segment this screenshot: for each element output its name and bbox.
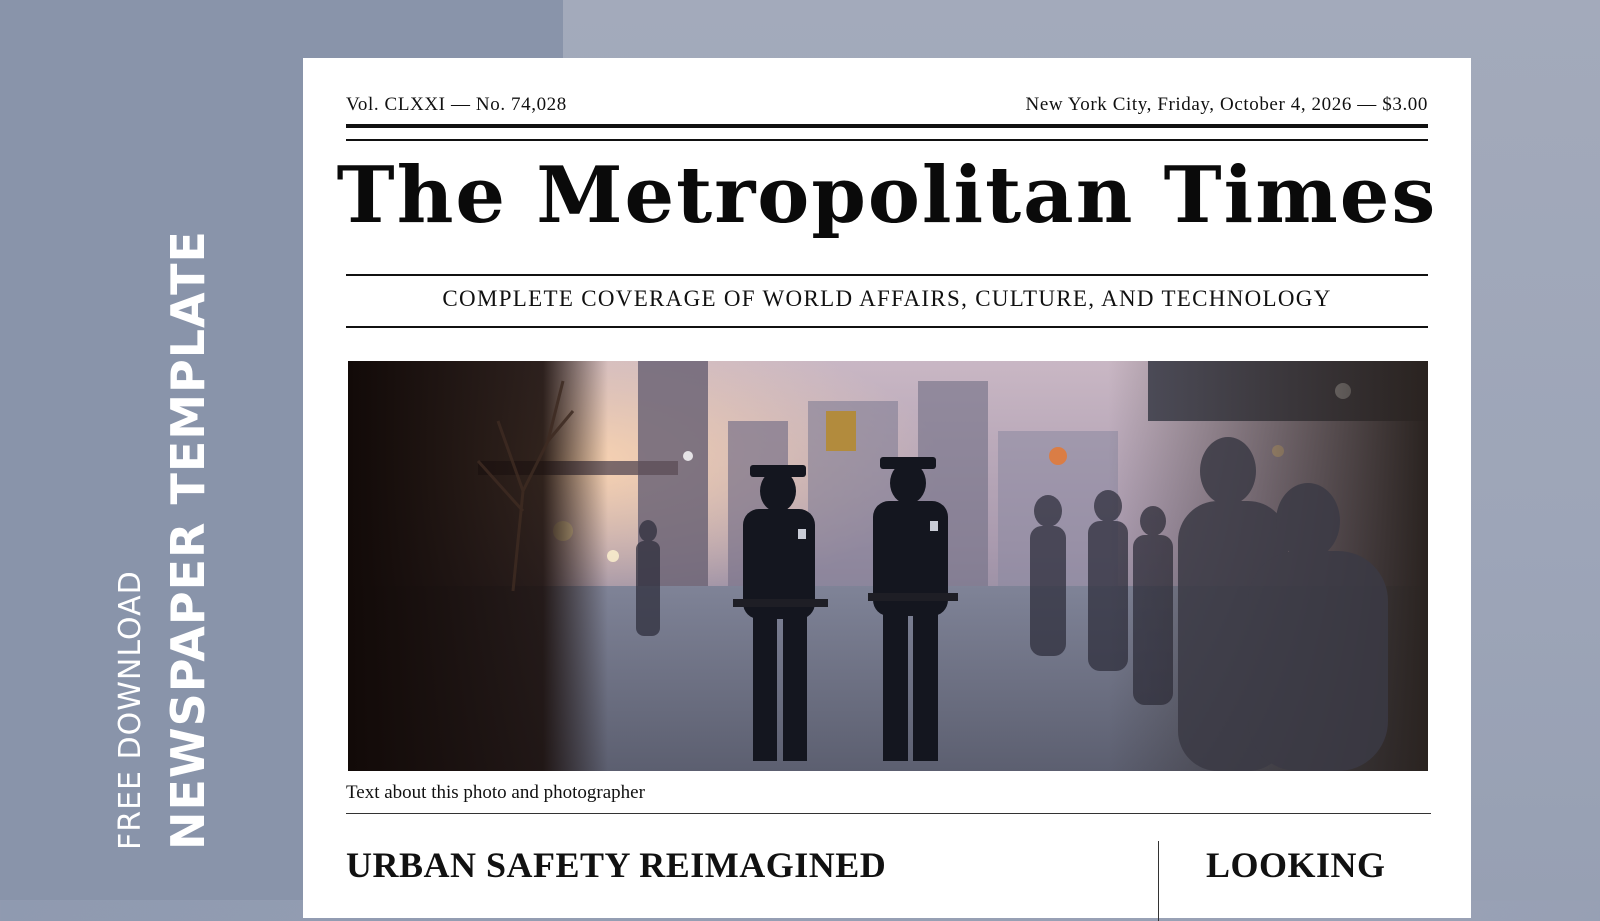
photo-caption: Text about this photo and photographer [346, 782, 645, 803]
volume-number: Vol. CLXXI — No. 74,028 [346, 94, 567, 115]
tagline: COMPLETE COVERAGE OF WORLD AFFAIRS, CULT… [442, 286, 1332, 311]
main-headline: URBAN SAFETY REIMAGINED [346, 845, 887, 885]
template-title: NEWSPAPER TEMPLATE [161, 230, 215, 850]
masthead-info: Vol. CLXXI — No. 74,028 New York City, F… [346, 94, 1428, 116]
lead-photo [348, 361, 1428, 771]
newspaper-page: Vol. CLXXI — No. 74,028 New York City, F… [303, 58, 1471, 921]
column-divider [1158, 841, 1159, 921]
free-download-label: FREE DOWNLOAD [113, 570, 148, 850]
side-headline: LOOKING [1206, 845, 1386, 885]
rule-under-nameplate [346, 274, 1428, 276]
rule-thin [346, 139, 1428, 141]
rule-thick [346, 124, 1428, 128]
nameplate: The Metropolitan Times [336, 150, 1438, 241]
rule-under-caption [346, 813, 1431, 814]
dateline: New York City, Friday, October 4, 2026 —… [1025, 94, 1428, 115]
street-scene-illustration [348, 361, 1428, 771]
rule-under-tagline [346, 326, 1428, 328]
